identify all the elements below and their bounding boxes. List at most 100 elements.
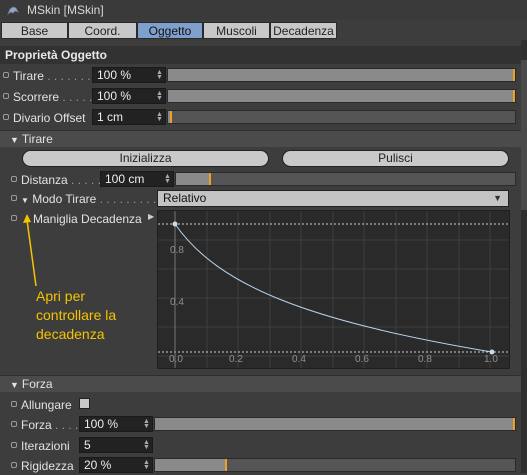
slider-fill [155, 418, 513, 430]
collapse-triangle-icon[interactable]: ▼ [10, 377, 19, 394]
leader-dots: . . . . . [67, 173, 102, 187]
slider-knob[interactable] [225, 459, 227, 471]
modo-value: Relativo [163, 191, 207, 205]
curve-start-point[interactable] [172, 221, 178, 227]
scrollbar-thumb[interactable] [521, 60, 527, 210]
curve-end-point[interactable] [489, 349, 495, 355]
iterazioni-row: Iterazioni 5 ▲ ▼ [0, 437, 521, 455]
spinner-arrows-icon[interactable]: ▲ ▼ [143, 418, 150, 430]
leader-dots: . . . . . . . . . [96, 192, 157, 206]
spinner-arrows-icon[interactable]: ▲ ▼ [156, 111, 163, 123]
x-tick-0-0: 0.0 [169, 354, 183, 365]
spinner-arrows-icon[interactable]: ▲ ▼ [143, 459, 150, 471]
iterazioni-label: Iterazioni [21, 439, 70, 453]
distanza-value: 100 cm [105, 172, 145, 186]
y-tick-0-8: 0.8 [170, 245, 184, 256]
tirare-group-header[interactable]: ▼ Tirare [0, 130, 521, 147]
annotation-line-2: controllare la [36, 307, 117, 323]
tab-decadenza[interactable]: Decadenza [270, 22, 337, 39]
tab-coord[interactable]: Coord. [68, 22, 137, 39]
modo-label: Modo Tirare [32, 192, 97, 206]
distanza-slider[interactable] [175, 172, 516, 186]
rigidezza-row: Rigidezza 20 % ▲ ▼ [0, 457, 521, 475]
tab-base[interactable]: Base [1, 22, 68, 39]
slider-fill [168, 90, 513, 102]
annotation-line-3: decadenza [36, 326, 105, 342]
divario-slider[interactable] [167, 110, 516, 124]
spinner-arrows-icon[interactable]: ▲ ▼ [143, 439, 150, 451]
slider-fill [176, 173, 209, 185]
keyframe-bullet[interactable] [11, 195, 17, 201]
distanza-input[interactable]: 100 cm ▲ ▼ [100, 171, 174, 187]
rigidezza-input[interactable]: 20 % ▲ ▼ [79, 457, 153, 473]
keyframe-bullet[interactable] [11, 421, 17, 427]
x-tick-0-6: 0.6 [355, 354, 369, 365]
x-tick-0-4: 0.4 [292, 354, 306, 365]
keyframe-bullet[interactable] [11, 176, 17, 182]
annotation-text: Apri per controllare la decadenza [36, 287, 116, 344]
divario-value: 1 cm [97, 110, 124, 124]
slider-knob[interactable] [513, 69, 515, 81]
slider-knob[interactable] [170, 111, 172, 123]
spinner-arrows-icon[interactable]: ▲ ▼ [156, 69, 163, 81]
scorrere-slider[interactable] [167, 89, 516, 103]
keyframe-bullet[interactable] [11, 401, 17, 407]
x-tick-0-2: 0.2 [229, 354, 243, 365]
window-title: MSkin [MSkin] [27, 3, 104, 17]
slider-fill [168, 69, 513, 81]
forza-slider[interactable] [154, 417, 516, 431]
keyframe-bullet[interactable] [3, 72, 9, 78]
rigidezza-label: Rigidezza [21, 459, 74, 473]
slider-knob[interactable] [513, 418, 515, 430]
keyframe-bullet[interactable] [3, 93, 9, 99]
inizializza-button[interactable]: Inizializza [22, 150, 269, 167]
distanza-label: Distanza [21, 173, 68, 187]
slider-knob[interactable] [209, 173, 211, 185]
scorrere-input[interactable]: 100 % ▲ ▼ [92, 88, 166, 104]
slider-fill [155, 459, 225, 471]
spinner-arrows-icon[interactable]: ▲ ▼ [164, 173, 171, 185]
tirare-group-title: Tirare [21, 132, 53, 146]
allungare-checkbox[interactable] [79, 398, 90, 409]
rigidezza-slider[interactable] [154, 458, 516, 472]
tirare-label: Tirare [13, 69, 44, 83]
allungare-label: Allungare [21, 398, 72, 412]
leader-dots: . . . . . . . [43, 69, 91, 83]
leader-dots: . . . . . [59, 90, 93, 104]
pulisci-button[interactable]: Pulisci [282, 150, 509, 167]
forza-input[interactable]: 100 % ▲ ▼ [79, 416, 153, 432]
keyframe-bullet[interactable] [11, 442, 17, 448]
forza-group-header[interactable]: ▼ Forza [0, 375, 521, 392]
tirare-value: 100 % [97, 68, 132, 82]
scorrere-row: Scorrere . . . . . 100 % ▲ ▼ [0, 88, 521, 106]
tab-oggetto[interactable]: Oggetto [137, 22, 203, 39]
divario-label: Divario Offset [13, 111, 86, 125]
allungare-row: Allungare [0, 396, 521, 414]
tirare-row: Tirare . . . . . . . 100 % ▲ ▼ [0, 67, 521, 85]
annotation-line-1: Apri per [36, 288, 86, 304]
divario-input[interactable]: 1 cm ▲ ▼ [92, 109, 166, 125]
modo-dropdown[interactable]: Relativo ▼ [157, 190, 509, 207]
section-title: Proprietà Oggetto [0, 46, 521, 64]
falloff-graph-svg[interactable]: 0.8 0.4 0.0 0.2 0.4 0.6 0.8 1.0 [158, 211, 509, 368]
forza-value: 100 % [84, 417, 119, 431]
keyframe-bullet[interactable] [3, 114, 9, 120]
tirare-slider[interactable] [167, 68, 516, 82]
rigidezza-value: 20 % [84, 458, 112, 472]
tirare-input[interactable]: 100 % ▲ ▼ [92, 67, 166, 83]
slider-knob[interactable] [513, 90, 515, 102]
scorrere-label: Scorrere [13, 90, 60, 104]
iterazioni-input[interactable]: 5 ▲ ▼ [79, 437, 153, 453]
x-tick-0-8: 0.8 [418, 354, 432, 365]
expand-triangle-icon[interactable]: ▼ [21, 196, 29, 205]
forza-label: Forza [21, 418, 52, 432]
collapse-triangle-icon[interactable]: ▼ [10, 132, 19, 149]
tab-muscoli[interactable]: Muscoli [203, 22, 270, 39]
keyframe-bullet[interactable] [11, 462, 17, 468]
expand-arrow-icon[interactable]: ▶ [148, 212, 154, 221]
spinner-arrows-icon[interactable]: ▲ ▼ [156, 90, 163, 102]
forza-group-title: Forza [21, 377, 53, 391]
scorrere-value: 100 % [97, 89, 132, 103]
forza-row: Forza . . . . . 100 % ▲ ▼ [0, 416, 521, 434]
falloff-graph[interactable]: 0.8 0.4 0.0 0.2 0.4 0.6 0.8 1.0 [157, 210, 510, 369]
